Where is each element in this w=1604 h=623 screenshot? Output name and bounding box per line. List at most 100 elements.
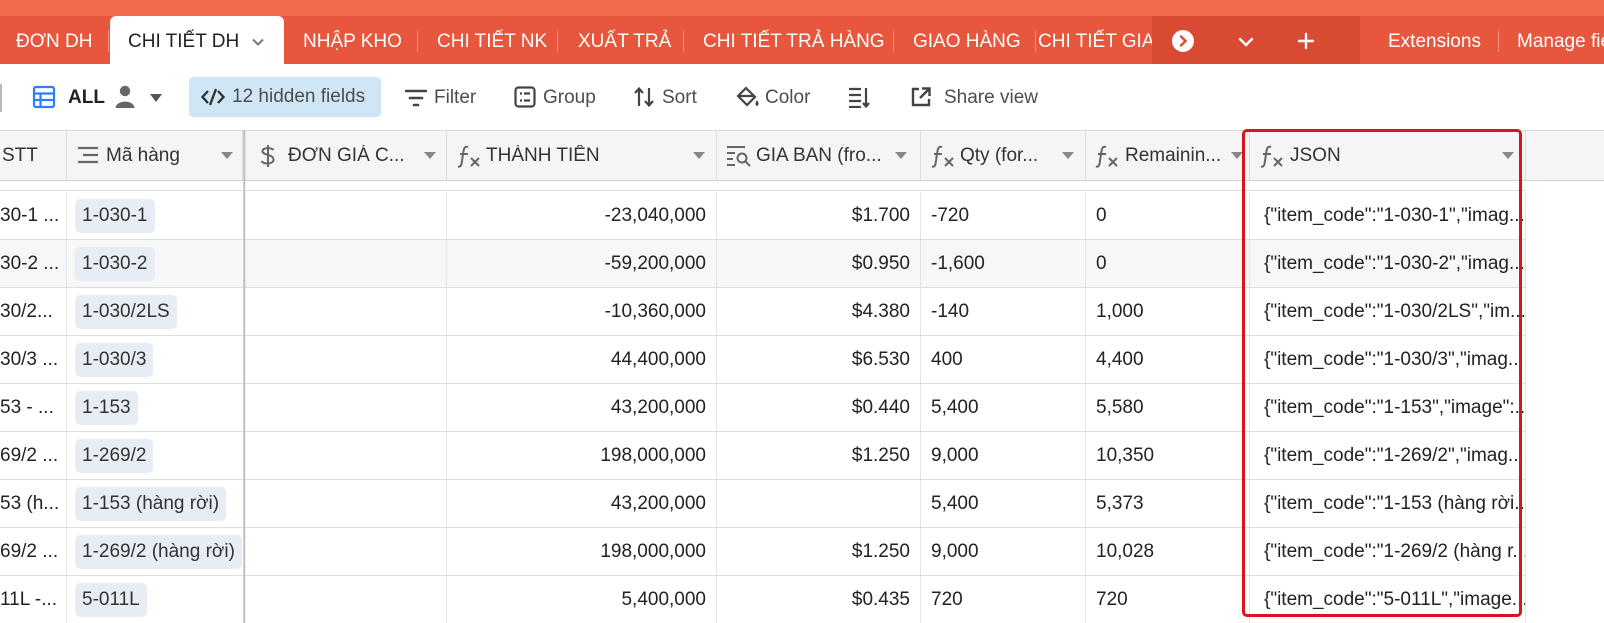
hidden-fields-button[interactable]: 12 hidden fields: [189, 77, 381, 117]
cell-remaining[interactable]: 4,400: [1086, 336, 1250, 383]
cell-gia-ban[interactable]: $0.440: [717, 384, 921, 431]
cell-thanh-tien[interactable]: 198,000,000: [447, 528, 717, 575]
cell-gia-ban[interactable]: $1.700: [717, 192, 921, 239]
cell-stt[interactable]: 53 - ...: [0, 384, 67, 431]
cell-thanh-tien[interactable]: -23,040,000: [447, 192, 717, 239]
tab-nhap-kho[interactable]: NHẬP KHO: [303, 24, 402, 60]
linked-record-chip[interactable]: 1-269/2 (hàng rời): [75, 535, 242, 569]
cell-don-gia[interactable]: [245, 528, 447, 575]
cell-don-gia[interactable]: [245, 576, 447, 623]
cell-remaining[interactable]: 0: [1086, 240, 1250, 287]
cell-qty[interactable]: 400: [921, 336, 1086, 383]
tab-chi-tiet-tra-hang[interactable]: CHI TIẾT TRẢ HÀNG: [703, 24, 885, 60]
row-height-icon[interactable]: [848, 86, 870, 108]
cell-stt[interactable]: 30-1 ...: [0, 192, 67, 239]
column-header-don-gia[interactable]: ĐƠN GIÁ C...: [245, 131, 447, 181]
caret-down-icon[interactable]: [221, 152, 233, 159]
cell-ma-hang[interactable]: 1-269/2 (hàng rời): [67, 528, 245, 575]
tab-chi-tiet-giao-hang[interactable]: CHI TIẾT GIAO HÀNG: [1038, 24, 1152, 60]
manage-fields-button[interactable]: Manage fields: [1517, 31, 1604, 52]
cell-remaining[interactable]: 5,373: [1086, 480, 1250, 527]
cell-don-gia[interactable]: [245, 384, 447, 431]
caret-down-icon[interactable]: [150, 93, 162, 103]
share-view-button[interactable]: Share view: [944, 86, 1038, 110]
cell-thanh-tien[interactable]: 198,000,000: [447, 432, 717, 479]
column-header-gia-ban[interactable]: GIA BAN (fro...: [717, 131, 921, 181]
cell-qty[interactable]: 720: [921, 576, 1086, 623]
cell-stt[interactable]: 53 (h...: [0, 480, 67, 527]
cell-don-gia[interactable]: [245, 336, 447, 383]
cell-don-gia[interactable]: [245, 240, 447, 287]
add-table-icon[interactable]: [1296, 31, 1316, 51]
view-name[interactable]: ALL: [68, 86, 105, 110]
cell-qty[interactable]: 9,000: [921, 528, 1086, 575]
linked-record-chip[interactable]: 1-030/3: [75, 343, 154, 377]
cell-thanh-tien[interactable]: 5,400,000: [447, 576, 717, 623]
cell-qty[interactable]: 9,000: [921, 432, 1086, 479]
cell-remaining[interactable]: 10,028: [1086, 528, 1250, 575]
cell-thanh-tien[interactable]: -59,200,000: [447, 240, 717, 287]
sidebar-toggle-edge[interactable]: [0, 84, 2, 112]
cell-remaining[interactable]: 5,580: [1086, 384, 1250, 431]
cell-qty[interactable]: 5,400: [921, 384, 1086, 431]
cell-stt[interactable]: 11L -...: [0, 576, 67, 623]
cell-thanh-tien[interactable]: -10,360,000: [447, 288, 717, 335]
user-icon[interactable]: [114, 84, 136, 110]
cell-ma-hang[interactable]: 1-030/3: [67, 336, 245, 383]
cell-remaining[interactable]: 720: [1086, 576, 1250, 623]
column-header-ma-hang[interactable]: Mã hàng: [67, 131, 243, 181]
sort-button[interactable]: Sort: [662, 86, 697, 110]
cell-qty[interactable]: -140: [921, 288, 1086, 335]
linked-record-chip[interactable]: 1-030-2: [75, 247, 155, 281]
cell-qty[interactable]: -720: [921, 192, 1086, 239]
cell-ma-hang[interactable]: 5-011L: [67, 576, 245, 623]
cell-remaining[interactable]: 10,350: [1086, 432, 1250, 479]
linked-record-chip[interactable]: 1-153 (hàng rời): [75, 487, 227, 521]
cell-thanh-tien[interactable]: 44,400,000: [447, 336, 717, 383]
cell-stt[interactable]: 69/2 ...: [0, 432, 67, 479]
cell-remaining[interactable]: 1,000: [1086, 288, 1250, 335]
cell-stt[interactable]: 30/2...: [0, 288, 67, 335]
chevron-down-icon[interactable]: [1236, 32, 1256, 52]
cell-gia-ban[interactable]: [717, 480, 921, 527]
cell-don-gia[interactable]: [245, 432, 447, 479]
cell-don-gia[interactable]: [245, 480, 447, 527]
caret-down-icon[interactable]: [424, 152, 436, 159]
cell-gia-ban[interactable]: $4.380: [717, 288, 921, 335]
chevron-down-icon[interactable]: [250, 34, 266, 50]
cell-remaining[interactable]: 0: [1086, 192, 1250, 239]
cell-ma-hang[interactable]: 1-030/2LS: [67, 288, 245, 335]
linked-record-chip[interactable]: 1-030/2LS: [75, 295, 177, 329]
caret-down-icon[interactable]: [895, 152, 907, 159]
linked-record-chip[interactable]: 1-030-1: [75, 199, 155, 233]
cell-ma-hang[interactable]: 1-153: [67, 384, 245, 431]
cell-don-gia[interactable]: [245, 192, 447, 239]
filter-button[interactable]: Filter: [434, 86, 476, 110]
extensions-button[interactable]: Extensions: [1388, 24, 1481, 60]
caret-down-icon[interactable]: [1062, 152, 1074, 159]
cell-stt[interactable]: 30-2 ...: [0, 240, 67, 287]
tab-xuat-tra[interactable]: XUẤT TRẢ: [578, 24, 671, 60]
tab-don-dh[interactable]: ĐƠN DH: [16, 24, 92, 60]
cell-qty[interactable]: 5,400: [921, 480, 1086, 527]
tab-giao-hang[interactable]: GIAO HÀNG: [913, 24, 1021, 60]
tab-chi-tiet-dh[interactable]: CHI TIẾT DH: [110, 16, 284, 64]
linked-record-chip[interactable]: 1-153: [75, 391, 138, 425]
linked-record-chip[interactable]: 1-269/2: [75, 439, 154, 473]
cell-qty[interactable]: -1,600: [921, 240, 1086, 287]
column-header-remaining[interactable]: Remainin...: [1086, 131, 1250, 181]
cell-gia-ban[interactable]: $0.950: [717, 240, 921, 287]
cell-stt[interactable]: 30/3 ...: [0, 336, 67, 383]
cell-gia-ban[interactable]: $1.250: [717, 528, 921, 575]
column-header-qty[interactable]: Qty (for...: [921, 131, 1086, 181]
column-header-stt[interactable]: STT: [0, 131, 67, 181]
cell-stt[interactable]: 69/2 ...: [0, 528, 67, 575]
cell-ma-hang[interactable]: 1-030-2: [67, 240, 245, 287]
color-button[interactable]: Color: [765, 86, 810, 110]
tab-chi-tiet-nk[interactable]: CHI TIẾT NK: [437, 24, 547, 60]
cell-gia-ban[interactable]: $0.435: [717, 576, 921, 623]
cell-thanh-tien[interactable]: 43,200,000: [447, 480, 717, 527]
cell-ma-hang[interactable]: 1-153 (hàng rời): [67, 480, 245, 527]
more-tabs-button[interactable]: [1172, 30, 1194, 52]
cell-gia-ban[interactable]: $6.530: [717, 336, 921, 383]
